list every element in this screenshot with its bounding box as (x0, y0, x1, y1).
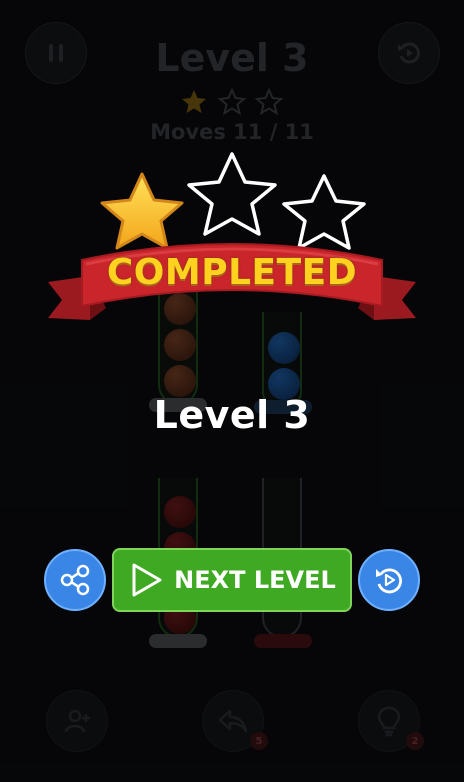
popup-level-label: Level 3 (153, 393, 311, 437)
modal-overlay (0, 0, 464, 782)
game-screen: Level 3 Moves 11 / 11 5 2 COMPLETED Leve… (0, 0, 464, 782)
replay-button[interactable] (358, 549, 420, 611)
share-icon (60, 564, 90, 596)
restart-icon (376, 568, 402, 594)
share-button[interactable] (44, 549, 106, 611)
next-level-label: NEXT LEVEL (174, 566, 336, 594)
banner-text: COMPLETED (106, 252, 358, 293)
next-level-button[interactable]: NEXT LEVEL (112, 548, 352, 612)
popup-star-2-icon (187, 152, 277, 236)
play-icon (132, 563, 162, 597)
